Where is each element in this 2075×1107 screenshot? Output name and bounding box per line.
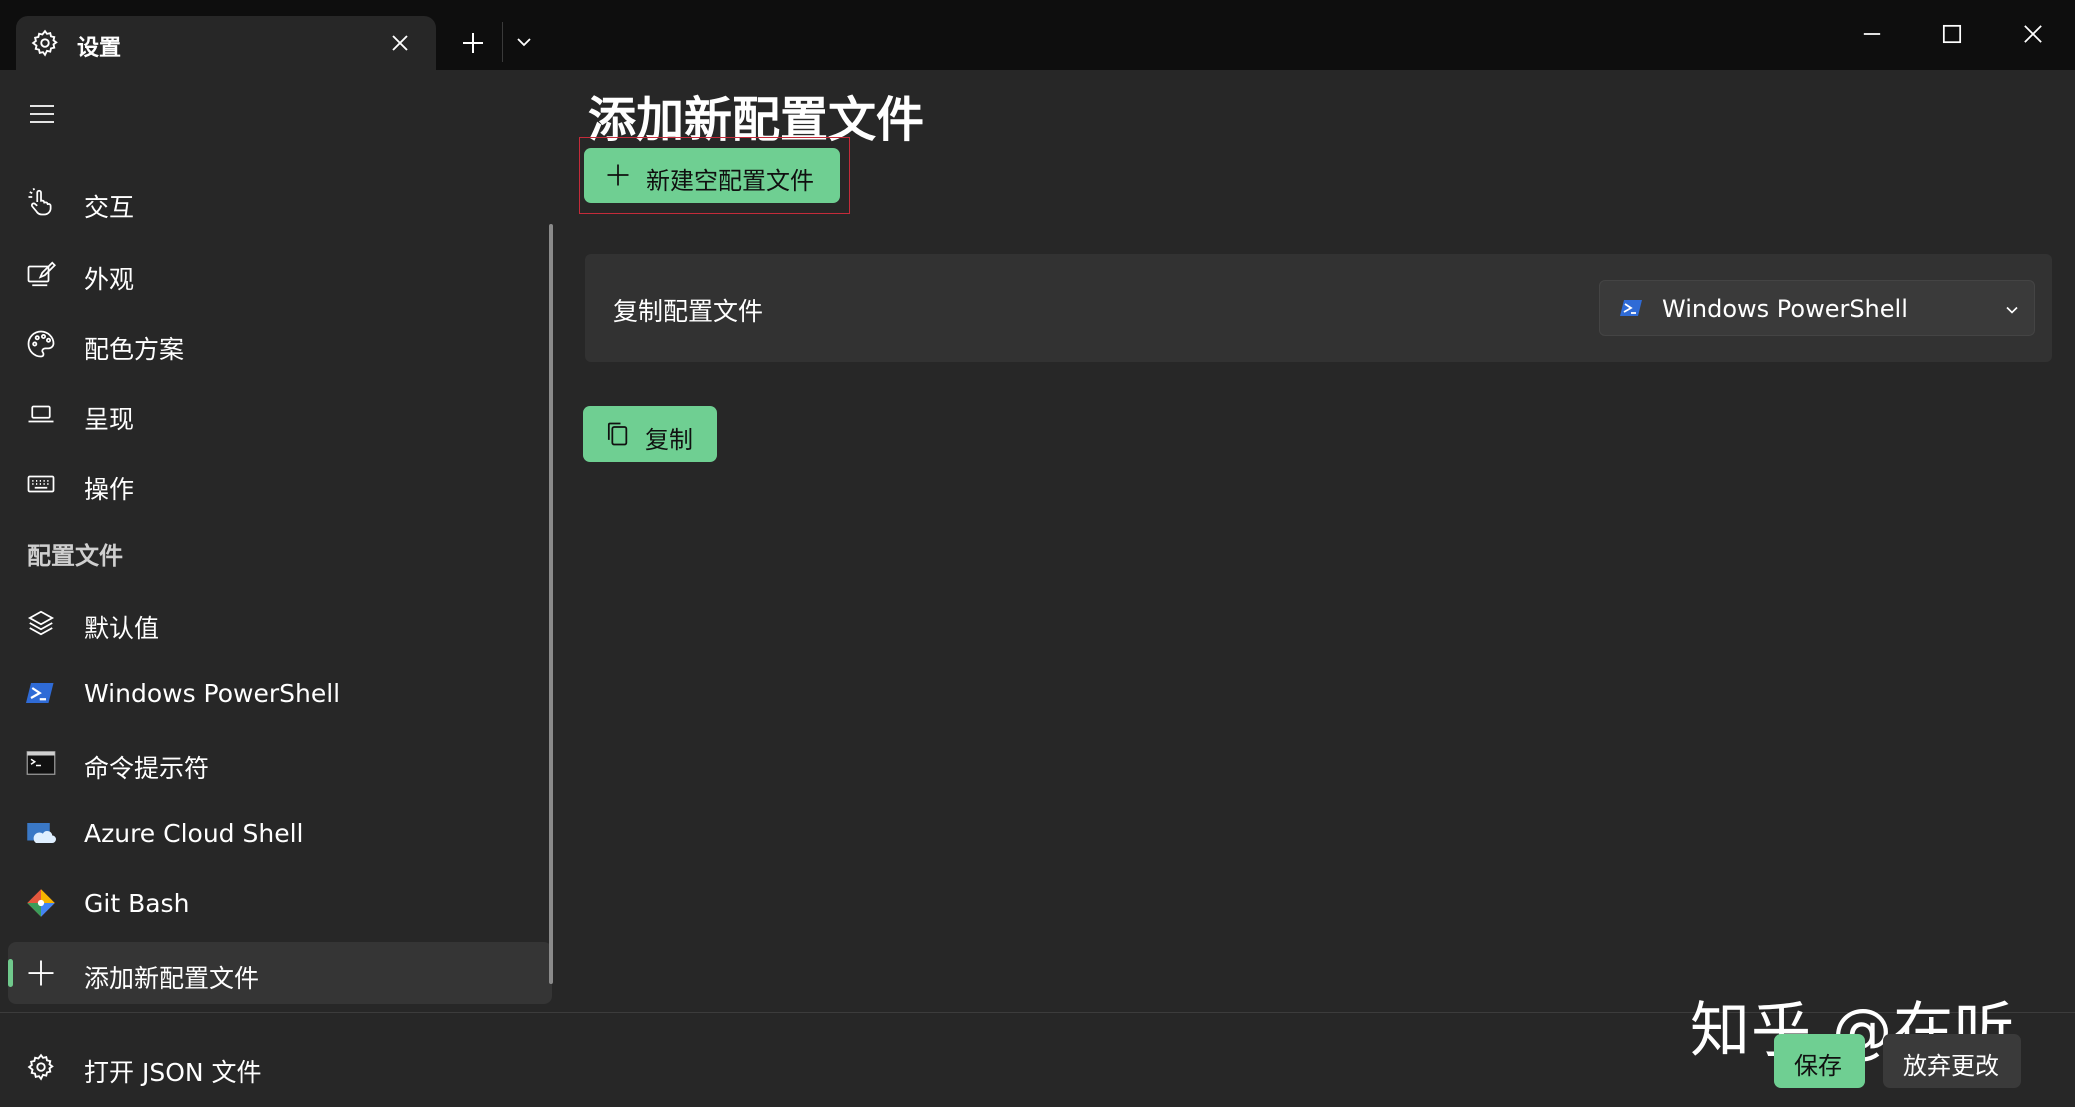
sidebar-item-appearance[interactable]: 外观 <box>8 243 552 305</box>
save-button-label: 保存 <box>1794 1052 1842 1080</box>
sidebar-item-git-bash[interactable]: Git Bash <box>8 872 552 934</box>
sidebar-item-azure-cloud-shell[interactable]: Azure Cloud Shell <box>8 802 552 864</box>
sidebar-item-label: 打开 JSON 文件 <box>84 1058 262 1087</box>
gear-icon <box>30 28 60 58</box>
plus-icon <box>604 161 632 189</box>
sidebar-item-open-json[interactable]: 打开 JSON 文件 <box>8 1036 552 1098</box>
new-empty-profile-button[interactable]: 新建空配置文件 <box>584 148 840 203</box>
sidebar-item-label: 操作 <box>84 475 135 504</box>
sidebar-item-color-schemes[interactable]: 配色方案 <box>8 313 552 375</box>
laptop-icon <box>26 399 56 429</box>
tab-title: 设置 <box>77 36 122 61</box>
discard-button-label: 放弃更改 <box>1903 1052 1999 1080</box>
copy-icon <box>603 420 631 448</box>
git-icon <box>26 888 56 918</box>
powershell-icon <box>26 678 56 708</box>
plus-icon <box>26 958 56 988</box>
sidebar-item-label: 呈现 <box>84 405 135 434</box>
chevron-down-icon <box>2002 300 2022 320</box>
sidebar-item-label: 交互 <box>84 193 135 222</box>
sidebar-item-defaults[interactable]: 默认值 <box>8 592 552 654</box>
close-icon[interactable] <box>2019 20 2047 48</box>
palette-icon <box>26 329 56 359</box>
sidebar-item-label: Azure Cloud Shell <box>84 819 304 848</box>
hamburger-menu-icon[interactable] <box>26 98 58 130</box>
sidebar-scrollbar[interactable] <box>549 224 553 984</box>
sidebar-item-windows-powershell[interactable]: Windows PowerShell <box>8 662 552 724</box>
paintbrush-icon <box>26 259 56 289</box>
sidebar-item-label: Git Bash <box>84 889 190 918</box>
sidebar-item-command-prompt[interactable]: 命令提示符 <box>8 732 552 794</box>
duplicate-profile-dropdown[interactable]: Windows PowerShell <box>1599 280 2035 336</box>
sidebar-item-actions[interactable]: 操作 <box>8 453 552 515</box>
azure-cloud-icon <box>26 818 56 848</box>
new-tab-plus-icon[interactable] <box>458 28 488 58</box>
duplicate-button-label: 复制 <box>645 426 693 454</box>
sidebar-item-add-new-profile[interactable]: 添加新配置文件 <box>8 942 552 1004</box>
dropdown-selected-value: Windows PowerShell <box>1662 295 1908 323</box>
sidebar-item-label: 添加新配置文件 <box>84 964 260 993</box>
keyboard-icon <box>26 469 56 499</box>
gear-icon <box>26 1052 56 1082</box>
minimize-icon[interactable] <box>1858 20 1886 48</box>
sidebar-item-label: 命令提示符 <box>84 754 210 783</box>
selection-indicator <box>8 959 13 987</box>
duplicate-profile-label: 复制配置文件 <box>613 297 764 326</box>
sidebar-item-label: Windows PowerShell <box>84 679 341 708</box>
cmd-icon <box>26 748 56 778</box>
new-empty-profile-label: 新建空配置文件 <box>646 167 814 195</box>
save-button[interactable]: 保存 <box>1774 1034 1865 1088</box>
sidebar-item-label: 默认值 <box>84 614 160 643</box>
sidebar-item-rendering[interactable]: 呈现 <box>8 383 552 445</box>
close-tab-icon[interactable] <box>386 29 414 57</box>
title-bar: 设置 <box>0 0 2075 70</box>
tab-settings[interactable]: 设置 <box>16 16 436 70</box>
chevron-down-icon[interactable] <box>512 30 536 54</box>
hand-pointer-icon <box>26 187 56 217</box>
sidebar-item-label: 配色方案 <box>84 335 185 364</box>
tab-separator <box>502 22 503 62</box>
profiles-section-header: 配置文件 <box>27 542 123 570</box>
duplicate-button[interactable]: 复制 <box>583 406 717 462</box>
duplicate-profile-card: 复制配置文件 Windows PowerShell <box>585 254 2052 362</box>
sidebar: 交互 外观 配色方案 呈现 操作 配置文件 默认值 Windows PowerS… <box>0 70 560 1107</box>
maximize-icon[interactable] <box>1938 20 1966 48</box>
layers-icon <box>26 608 56 638</box>
sidebar-item-label: 外观 <box>84 265 135 294</box>
sidebar-item-interaction[interactable]: 交互 <box>8 171 552 233</box>
discard-changes-button[interactable]: 放弃更改 <box>1883 1034 2021 1088</box>
powershell-icon <box>1620 296 1644 320</box>
